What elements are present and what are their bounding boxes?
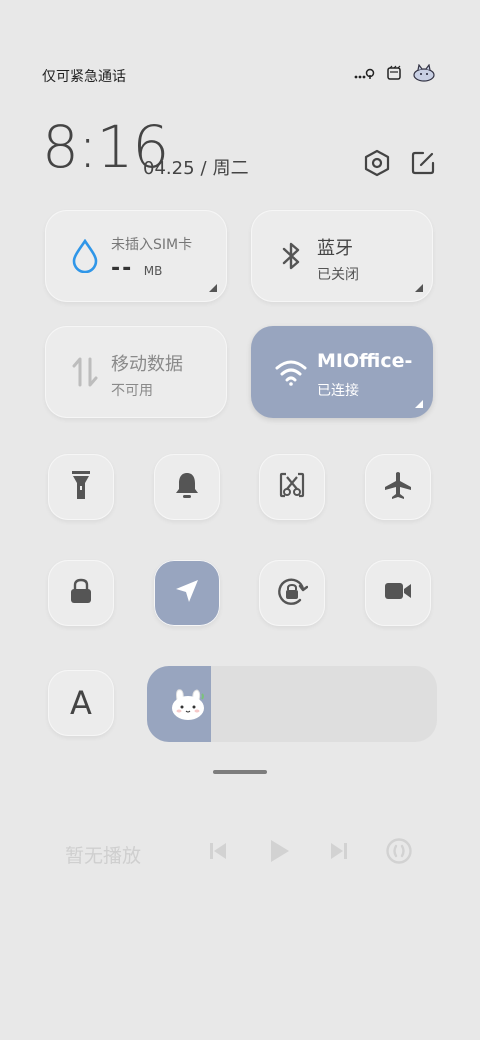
bluetooth-icon (273, 238, 309, 274)
data-arrows-icon (67, 354, 103, 390)
edit-icon[interactable] (408, 148, 438, 178)
expand-corner-icon (209, 284, 217, 292)
carrier-status: 仅可紧急通话 (42, 69, 126, 85)
mobile-data-status: 不可用 (111, 383, 153, 399)
toggle-ring[interactable] (154, 454, 220, 520)
tile-wifi[interactable]: MIOffice- 已连接 (251, 326, 433, 418)
pet-icon (412, 63, 436, 86)
bell-icon (173, 470, 201, 504)
brightness-slider[interactable] (147, 666, 437, 742)
tile-bluetooth[interactable]: 蓝牙 已关闭 (251, 210, 433, 302)
expand-corner-icon (415, 400, 423, 408)
wifi-icon (273, 354, 309, 390)
mobile-data-label: 移动数据 (111, 354, 183, 375)
settings-icon[interactable] (362, 148, 392, 178)
toggle-flashlight[interactable] (48, 454, 114, 520)
video-camera-icon (383, 579, 413, 607)
rotation-lock-icon (276, 575, 309, 611)
clock-date[interactable]: 04.25/周二 (143, 154, 249, 180)
previous-icon[interactable] (203, 836, 233, 866)
bluetooth-status: 已关闭 (317, 267, 359, 283)
wifi-network-name: MIOffice- (317, 350, 413, 372)
bluetooth-label: 蓝牙 (317, 238, 353, 259)
data-usage-unit: MB (143, 264, 163, 278)
toggle-video[interactable] (365, 560, 431, 626)
tile-data-usage[interactable]: 未插入SIM卡 -- MB (45, 210, 227, 302)
next-icon[interactable] (324, 836, 354, 866)
date-text: 04.25 (143, 158, 195, 179)
toggle-airplane[interactable] (365, 454, 431, 520)
expand-corner-icon (415, 284, 423, 292)
flashlight-icon (69, 469, 93, 505)
toggle-location[interactable] (154, 560, 220, 626)
water-drop-icon (67, 238, 103, 274)
lock-icon (68, 577, 94, 609)
wifi-status: 已连接 (317, 383, 359, 399)
sim-icon (386, 65, 402, 85)
location-arrow-icon (173, 577, 201, 609)
font-size-label: A (70, 684, 92, 722)
toggle-screenshot[interactable] (259, 454, 325, 520)
weekday-text: 周二 (212, 158, 249, 179)
font-size-button[interactable]: A (48, 670, 114, 736)
play-icon[interactable] (264, 836, 294, 866)
toggle-rotation-lock[interactable] (259, 560, 325, 626)
toggle-lock[interactable] (48, 560, 114, 626)
data-usage-value: -- (111, 256, 134, 281)
signal-dots-icon (354, 66, 376, 84)
screenshot-scissors-icon (278, 471, 306, 503)
cast-icon[interactable] (384, 836, 414, 866)
sim-status-label: 未插入SIM卡 (111, 237, 193, 253)
status-icons (354, 63, 436, 86)
tile-mobile-data[interactable]: 移动数据 不可用 (45, 326, 227, 418)
bunny-icon (169, 686, 207, 726)
airplane-icon (383, 470, 413, 504)
panel-drag-handle[interactable] (213, 770, 267, 774)
media-title: 暂无播放 (65, 845, 142, 867)
